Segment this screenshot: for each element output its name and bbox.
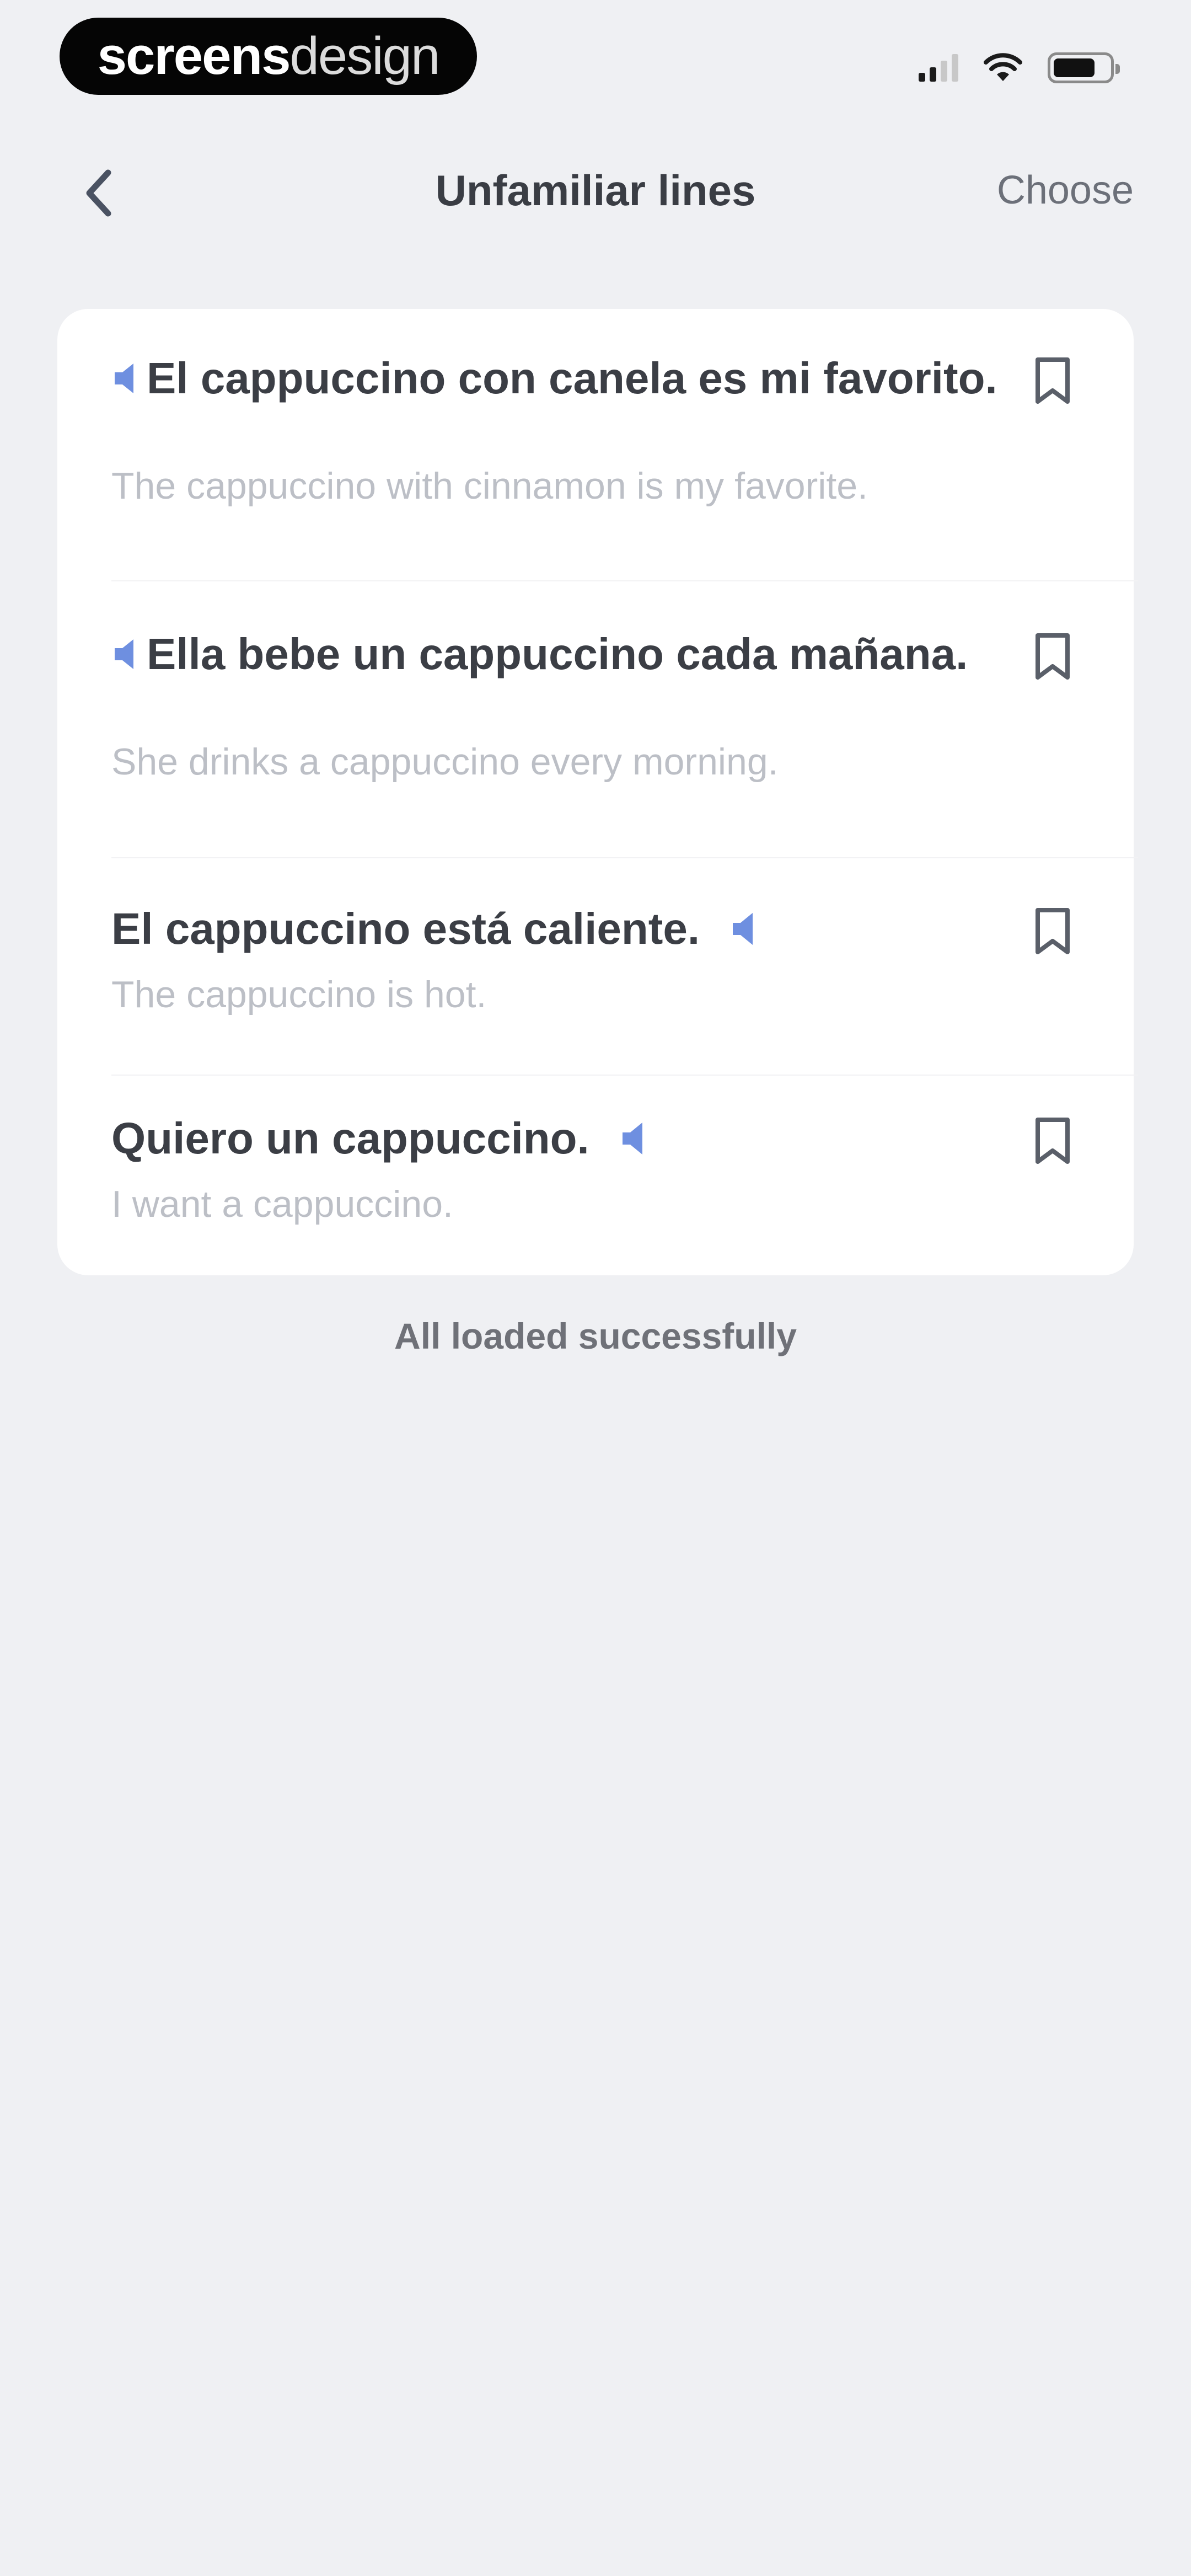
nav-bar: Unfamiliar lines Choose xyxy=(0,149,1191,237)
list-item[interactable]: Ella bebe un cappuccino cada mañana. She… xyxy=(111,629,1138,783)
speaker-icon[interactable] xyxy=(111,632,144,676)
translation-text: She drinks a cappuccino every morning. xyxy=(111,741,779,783)
sentence-text: Quiero un cappuccino. xyxy=(111,1114,589,1163)
battery-level xyxy=(1054,58,1095,77)
translation-text: The cappuccino is hot. xyxy=(111,974,487,1016)
brand-text-part1: screens xyxy=(97,26,291,85)
sentence-text: El cappuccino está caliente. xyxy=(111,904,700,953)
sentence-text: Ella bebe un cappuccino cada mañana. xyxy=(147,629,968,678)
speaker-icon[interactable] xyxy=(111,356,144,400)
sentence-row: Quiero un cappuccino. xyxy=(111,1113,1138,1164)
translation-text: The cappuccino with cinnamon is my favor… xyxy=(111,465,868,507)
bookmark-icon xyxy=(1036,1118,1070,1164)
list-item[interactable]: Quiero un cappuccino. I want a cappuccin… xyxy=(111,1113,1138,1226)
lines-card: El cappuccino con canela es mi favorito.… xyxy=(57,309,1138,1275)
list-item[interactable]: El cappuccino con canela es mi favorito.… xyxy=(111,353,1138,507)
choose-button[interactable]: Choose xyxy=(997,168,1134,213)
bookmark-button[interactable] xyxy=(1028,629,1077,684)
bookmark-icon xyxy=(1036,633,1070,680)
bookmark-button[interactable] xyxy=(1028,353,1077,408)
load-status-text: All loaded successfully xyxy=(394,1316,797,1356)
bookmark-button[interactable] xyxy=(1028,904,1077,959)
battery-icon xyxy=(1048,52,1120,83)
bookmark-icon xyxy=(1036,908,1070,954)
divider xyxy=(111,1075,1138,1076)
sentence-row: El cappuccino está caliente. xyxy=(111,904,1138,954)
bookmark-button[interactable] xyxy=(1028,1113,1077,1168)
divider xyxy=(111,580,1138,581)
sentence-row: El cappuccino con canela es mi favorito. xyxy=(111,353,1138,404)
status-bar: screens design xyxy=(0,0,1191,121)
phone-screen: screens design Unfamiliar lines Choose E… xyxy=(0,0,1191,2576)
status-icons xyxy=(919,49,1120,87)
wifi-icon xyxy=(984,53,1022,81)
bookmark-icon xyxy=(1036,357,1070,404)
list-item[interactable]: El cappuccino está caliente. The cappucc… xyxy=(111,904,1138,1016)
sentence-row: Ella bebe un cappuccino cada mañana. xyxy=(111,629,1138,680)
translation-text: I want a cappuccino. xyxy=(111,1183,453,1225)
speaker-icon[interactable] xyxy=(727,910,766,948)
sentence-text: El cappuccino con canela es mi favorito. xyxy=(147,354,997,403)
brand-text-part2: design xyxy=(289,26,441,85)
cellular-signal-icon xyxy=(919,54,958,82)
divider xyxy=(111,857,1138,858)
speaker-icon[interactable] xyxy=(617,1119,656,1158)
brand-logo: screens design xyxy=(60,18,477,95)
